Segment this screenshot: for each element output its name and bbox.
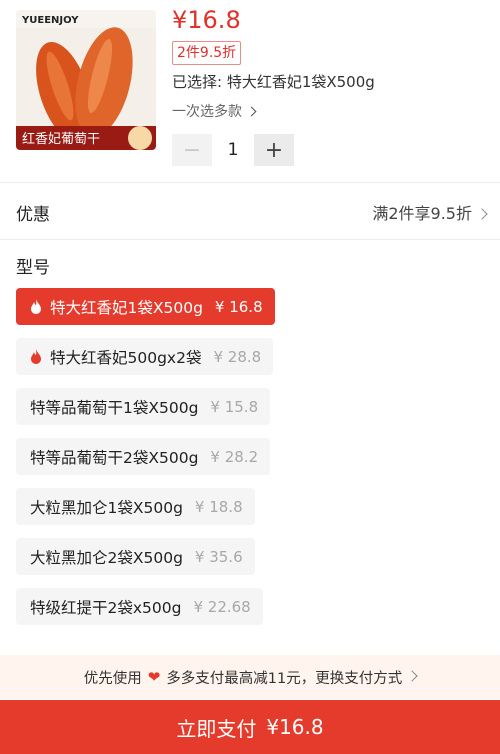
- raisin-image-icon: YUEENJOY 红香妃葡萄干: [16, 10, 156, 150]
- heart-icon: ❤: [147, 668, 161, 686]
- flame-icon: [31, 349, 41, 364]
- minus-icon: −: [182, 137, 202, 163]
- model-option-label: 特大红香妃500gx2袋: [50, 348, 202, 367]
- model-option-price: ¥ 15.8: [210, 397, 259, 416]
- product-price: ¥16.8: [172, 6, 241, 34]
- discount-value-text: 满2件享9.5折: [372, 204, 472, 223]
- decrement-button[interactable]: −: [172, 134, 212, 166]
- payment-hint-prefix: 优先使用: [83, 670, 142, 687]
- divider: [0, 182, 500, 183]
- model-option[interactable]: 大粒黑加仑2袋X500g ¥ 35.6: [16, 538, 255, 575]
- model-option-label: 大粒黑加仑2袋X500g: [30, 548, 183, 567]
- discount-label: 优惠: [16, 204, 50, 225]
- model-option[interactable]: 特级红提干2袋x500g ¥ 22.68: [16, 588, 263, 625]
- divider: [0, 239, 500, 240]
- model-option-price: ¥ 28.8: [213, 347, 262, 366]
- model-option[interactable]: 特等品葡萄干2袋X500g ¥ 28.2: [16, 438, 271, 475]
- flame-icon: [31, 299, 41, 314]
- increment-button[interactable]: +: [254, 134, 294, 166]
- svg-text:红香妃葡萄干: 红香妃葡萄干: [22, 131, 100, 147]
- model-option-label: 特等品葡萄干1袋X500g: [30, 398, 199, 417]
- multi-select-link[interactable]: 一次选多款: [172, 101, 257, 121]
- model-option-price: ¥ 22.68: [193, 597, 251, 616]
- plus-icon: +: [264, 137, 284, 163]
- quantity-value[interactable]: 1: [212, 140, 254, 160]
- promo-tag: 2件9.5折: [172, 41, 242, 65]
- pay-now-button[interactable]: 立即支付 ¥16.8: [0, 700, 500, 754]
- model-option-label: 特级红提干2袋x500g: [30, 598, 182, 617]
- quantity-stepper: − 1 +: [172, 134, 294, 166]
- pay-now-amount: ¥16.8: [266, 715, 324, 739]
- payment-hint-text: 多多支付最高减11元，更换支付方式: [166, 670, 403, 687]
- model-option[interactable]: 特等品葡萄干1袋X500g ¥ 15.8: [16, 388, 271, 425]
- payment-method-bar[interactable]: 优先使用 ❤ 多多支付最高减11元，更换支付方式: [0, 655, 500, 699]
- chevron-right-icon: [476, 208, 488, 220]
- multi-select-label: 一次选多款: [172, 104, 242, 120]
- model-option[interactable]: 特大红香妃1袋X500g ¥ 16.8: [16, 288, 275, 325]
- pay-now-label: 立即支付: [176, 716, 257, 741]
- model-option-price: ¥ 18.8: [194, 497, 243, 516]
- model-option-label: 特大红香妃1袋X500g: [50, 298, 203, 317]
- product-image[interactable]: YUEENJOY 红香妃葡萄干: [16, 10, 156, 150]
- svg-text:YUEENJOY: YUEENJOY: [21, 15, 79, 26]
- model-section-title: 型号: [16, 258, 50, 278]
- model-option-price: ¥ 35.6: [194, 547, 243, 566]
- model-option-price: ¥ 16.8: [214, 297, 263, 316]
- model-options-list: 特大红香妃1袋X500g ¥ 16.8 特大红香妃500gx2袋 ¥ 28.8 …: [16, 288, 486, 638]
- selected-variant-text: 已选择: 特大红香妃1袋X500g: [172, 73, 375, 91]
- discount-value: 满2件享9.5折: [372, 200, 488, 224]
- model-option-price: ¥ 28.2: [210, 447, 259, 466]
- model-option-label: 大粒黑加仑1袋X500g: [30, 498, 183, 517]
- discount-row[interactable]: 优惠 满2件享9.5折: [16, 199, 488, 225]
- model-option[interactable]: 特大红香妃500gx2袋 ¥ 28.8: [16, 338, 274, 375]
- model-option-label: 特等品葡萄干2袋X500g: [30, 448, 199, 467]
- chevron-right-icon: [246, 106, 257, 117]
- model-option[interactable]: 大粒黑加仑1袋X500g ¥ 18.8: [16, 488, 255, 525]
- chevron-right-icon: [406, 670, 418, 682]
